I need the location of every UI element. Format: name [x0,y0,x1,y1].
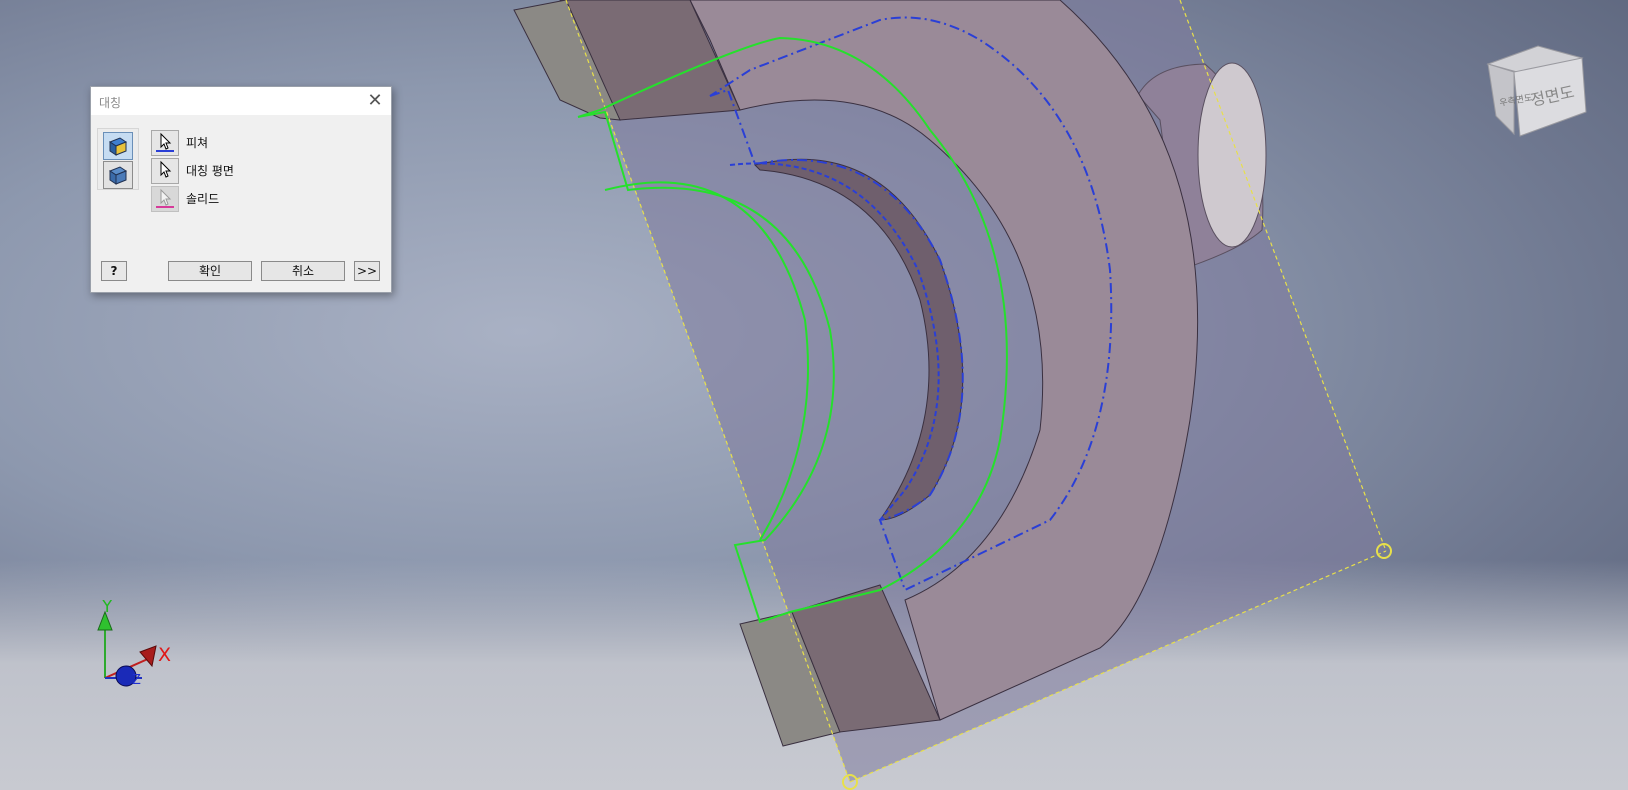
mode-selector [97,128,139,190]
cylinder-end-face[interactable] [1197,62,1267,248]
axis-triad: Y X Z [97,600,171,688]
cancel-button[interactable]: 취소 [261,261,345,281]
solid-label: 솔리드 [186,192,220,206]
help-icon: ? [110,264,118,278]
x-axis-label: X [158,644,171,666]
z-axis-label: Z [132,673,141,688]
y-axis-label: Y [101,600,113,617]
close-icon[interactable]: ✕ [365,91,385,111]
x-axis-arrow [139,645,157,668]
help-button[interactable]: ? [101,261,127,281]
feature-select-button[interactable] [151,130,179,156]
dialog-title: 대칭 [99,96,122,110]
mirror-features-mode-button[interactable] [103,132,133,160]
mirror-solids-mode-button[interactable] [103,161,133,189]
cursor-arrow-icon [160,160,172,178]
viewcube[interactable]: 우측면도 정면도 [1480,38,1590,148]
solid-color-bar [156,206,174,208]
solid-select-button [151,186,179,212]
mirror-plane-label: 대칭 평면 [186,164,234,178]
mirror-dialog: 대칭 ✕ 피쳐 대칭 평면 솔리드 ? 확인 취소 >> [90,86,392,293]
more-options-button[interactable]: >> [354,261,380,281]
cursor-arrow-icon [160,188,172,206]
feature-color-bar [156,150,174,152]
feature-label: 피쳐 [186,136,209,150]
mirror-plane-select-button[interactable] [151,158,179,184]
cursor-arrow-icon [160,132,172,150]
ok-button[interactable]: 확인 [168,261,252,281]
mirror-solid-icon [108,166,128,185]
mirror-feature-icon [108,137,128,156]
dialog-titlebar[interactable]: 대칭 ✕ [91,87,391,115]
